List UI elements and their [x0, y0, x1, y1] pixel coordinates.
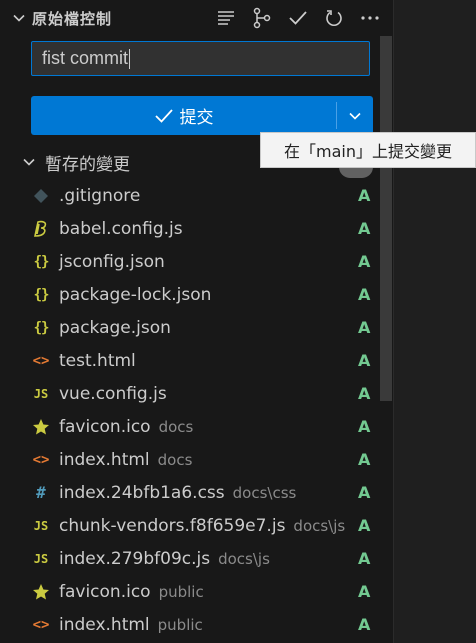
json-icon: {} — [33, 253, 50, 270]
html-icon: <> — [32, 616, 50, 633]
file-name: babel.config.js — [59, 218, 183, 239]
file-name: test.html — [59, 350, 136, 371]
staged-file-list: .gitignore Ababel.config.js A {} jsconfig.js… — [0, 179, 380, 641]
chevron-down-icon — [349, 112, 361, 120]
file-row[interactable]: JS vue.config.js A — [0, 377, 380, 410]
gitignore-icon — [32, 187, 50, 205]
commit-options-dropdown[interactable] — [337, 96, 373, 135]
file-name: .gitignore — [59, 185, 141, 206]
file-row[interactable]: babel.config.js A — [0, 212, 380, 245]
file-directory: docs\css — [232, 483, 297, 502]
file-name: index.279bf09c.js — [59, 548, 211, 569]
file-directory: public — [157, 615, 203, 634]
scrollbar[interactable] — [380, 36, 392, 401]
file-row[interactable]: favicon.ico docs A — [0, 410, 380, 443]
file-name: index.html — [59, 614, 150, 635]
source-control-panel: 原始檔控制 fist commit 提交 暫存的變更 .gitignore A … — [0, 0, 394, 643]
html-icon: <> — [32, 352, 50, 369]
file-status-added: A — [358, 351, 371, 370]
file-status-added: A — [358, 219, 371, 238]
checkmark-icon[interactable] — [285, 6, 311, 30]
html-icon: <> — [32, 451, 50, 468]
json-icon: {} — [33, 319, 50, 336]
file-directory: docs\js — [218, 549, 270, 568]
file-status-added: A — [358, 186, 371, 205]
file-row[interactable]: <> test.html A — [0, 344, 380, 377]
file-name: package.json — [59, 317, 171, 338]
file-directory: docs\js — [293, 516, 346, 535]
file-name: package-lock.json — [59, 284, 212, 305]
file-name: jsconfig.json — [59, 251, 165, 272]
js-icon: JS — [33, 518, 49, 533]
checkmark-icon — [154, 108, 173, 123]
file-status-added: A — [358, 285, 371, 304]
commit-tooltip: 在「main」上提交變更 — [260, 132, 476, 168]
file-row[interactable]: {} package.json A — [0, 311, 380, 344]
babel-icon — [32, 220, 50, 238]
commit-button[interactable]: 提交 — [31, 96, 373, 135]
file-name: vue.config.js — [59, 383, 167, 404]
file-row[interactable]: # index.24bfb1a6.css docs\css A — [0, 476, 380, 509]
panel-title: 原始檔控制 — [32, 9, 113, 28]
header-actions — [213, 6, 383, 30]
text-caret — [129, 48, 131, 69]
file-row[interactable]: .gitignore A — [0, 179, 380, 212]
favicon-icon — [32, 583, 50, 601]
refresh-icon[interactable] — [321, 6, 347, 30]
file-status-added: A — [358, 483, 371, 502]
editor-background — [394, 0, 476, 643]
file-row[interactable]: favicon.ico public A — [0, 575, 380, 608]
file-status-added: A — [358, 516, 371, 535]
commit-button-main[interactable]: 提交 — [31, 96, 336, 135]
chevron-down-icon[interactable] — [21, 154, 37, 170]
js-icon: JS — [33, 386, 49, 401]
file-row[interactable]: {} package-lock.json A — [0, 278, 380, 311]
view-as-list-icon[interactable] — [213, 6, 239, 30]
file-status-added: A — [358, 384, 371, 403]
file-row[interactable]: JS chunk-vendors.f8f659e7.js docs\js A — [0, 509, 380, 542]
file-status-added: A — [358, 417, 371, 436]
file-name: chunk-vendors.f8f659e7.js — [59, 515, 286, 536]
js-icon: JS — [33, 551, 49, 566]
file-directory: public — [158, 582, 204, 601]
file-row[interactable]: {} jsconfig.json A — [0, 245, 380, 278]
file-name: index.html — [59, 449, 150, 470]
file-name: index.24bfb1a6.css — [59, 482, 225, 503]
commit-button-label: 提交 — [179, 108, 214, 128]
file-name: favicon.ico — [59, 581, 151, 602]
branch-graph-icon[interactable] — [249, 6, 275, 30]
staged-changes-label: 暫存的變更 — [45, 154, 130, 175]
commit-message-text: fist commit — [42, 48, 129, 68]
file-row[interactable]: <> index.html docs A — [0, 443, 380, 476]
file-directory: docs — [157, 450, 193, 469]
file-directory: docs — [158, 417, 194, 436]
file-name: favicon.ico — [59, 416, 151, 437]
source-control-header[interactable]: 原始檔控制 — [0, 0, 393, 36]
commit-message-input[interactable]: fist commit — [31, 41, 370, 76]
json-icon: {} — [33, 286, 50, 303]
file-row[interactable]: JS index.279bf09c.js docs\js A — [0, 542, 380, 575]
file-status-added: A — [358, 615, 371, 634]
chevron-down-icon[interactable] — [12, 11, 26, 25]
file-row[interactable]: <> index.html public A — [0, 608, 380, 641]
file-status-added: A — [358, 549, 371, 568]
file-status-added: A — [358, 582, 371, 601]
css-icon: # — [36, 483, 46, 502]
file-status-added: A — [358, 252, 371, 271]
more-icon[interactable] — [357, 6, 383, 30]
file-status-added: A — [358, 318, 371, 337]
favicon-icon — [32, 418, 50, 436]
file-status-added: A — [358, 450, 371, 469]
